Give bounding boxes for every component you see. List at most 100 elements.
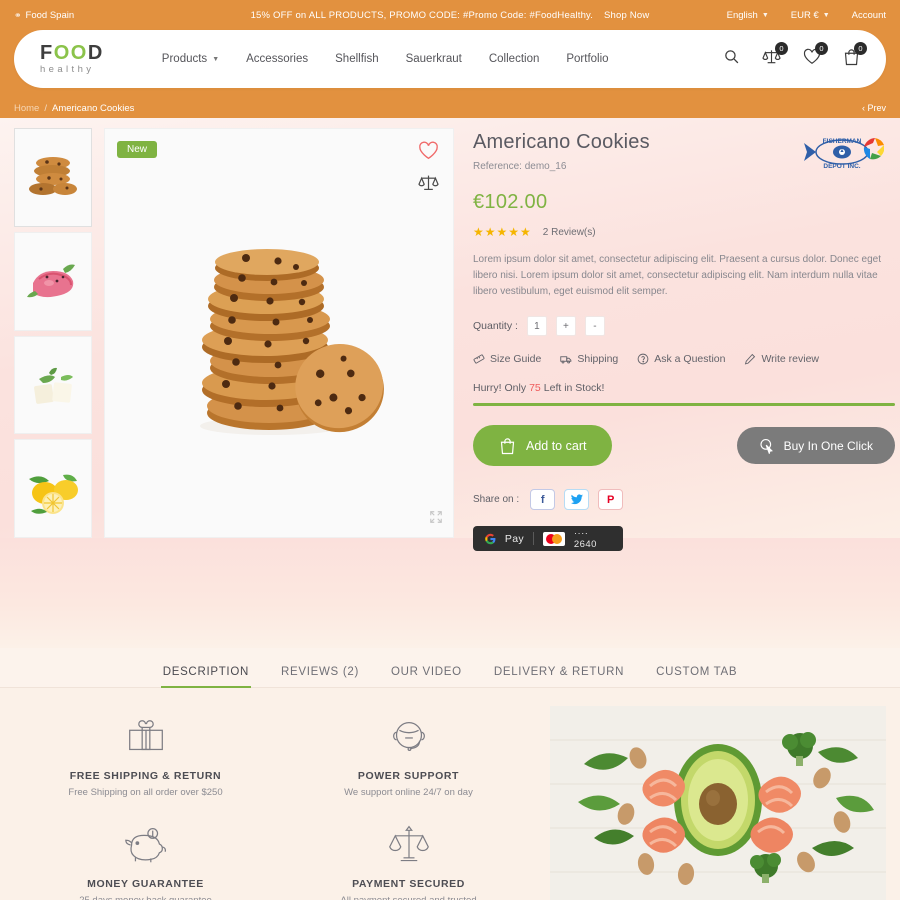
product-main: New FISHERMAN DEPOT INC. Americano Cooki… <box>0 118 900 551</box>
cheese-thumbnail[interactable] <box>14 335 92 435</box>
add-to-wishlist-icon[interactable] <box>418 141 439 160</box>
nav-item-accessories[interactable]: Accessories <box>246 53 308 65</box>
section-spacer <box>0 538 900 648</box>
gift-icon <box>22 712 269 762</box>
cart-icon[interactable]: 0 <box>843 41 867 71</box>
brand-logo[interactable]: FISHERMAN DEPOT INC. <box>800 131 884 173</box>
lemons-thumbnail[interactable] <box>14 439 92 538</box>
logo-tagline: healthy <box>40 64 95 76</box>
features-section: FREE SHIPPING & RETURN Free Shipping on … <box>0 688 900 900</box>
cart-count-badge: 0 <box>854 41 867 55</box>
headset-icon <box>285 712 532 762</box>
fisherman-depot-logo-mark: FISHERMAN DEPOT INC. <box>804 138 884 170</box>
ruler-icon <box>473 354 485 364</box>
wishlist-icon[interactable]: 0 <box>803 42 828 70</box>
promo-food-image <box>550 706 886 900</box>
expand-image-icon[interactable] <box>429 510 443 529</box>
ask-question-link[interactable]: Ask a Question <box>637 353 725 365</box>
twitter-icon <box>570 494 583 505</box>
pinterest-share-button[interactable]: P <box>598 489 624 510</box>
nav-item-sauerkraut[interactable]: Sauerkraut <box>406 53 462 65</box>
language-label: English <box>726 9 758 21</box>
nav-item-products[interactable]: Products ▼ <box>162 53 219 65</box>
svg-text:DEPOT INC.: DEPOT INC. <box>823 163 860 170</box>
cheese-icon <box>34 367 73 404</box>
tab-reviews[interactable]: REVIEWS (2) <box>279 660 361 687</box>
nav-item-collection[interactable]: Collection <box>489 53 540 65</box>
feature-title: PAYMENT SECURED <box>352 878 465 890</box>
account-link[interactable]: Account <box>852 10 886 21</box>
google-icon <box>485 533 496 544</box>
cookies-icon <box>29 157 77 196</box>
cookies-thumbnail[interactable] <box>14 128 92 227</box>
stock-progress-bar <box>473 403 895 406</box>
new-badge: New <box>117 141 158 158</box>
google-pay-badge[interactable]: Pay ···· 2640 <box>473 526 623 551</box>
breadcrumb-current: Americano Cookies <box>51 102 135 114</box>
breadcrumb: Home / Americano Cookies ‹ Prev <box>0 98 900 118</box>
feature-payment-secured: PAYMENT SECURED All payment secured and … <box>277 820 540 900</box>
card-last-digits: ···· 2640 <box>573 527 597 550</box>
thumbnail-list <box>14 128 92 538</box>
product-gallery[interactable]: New <box>104 128 454 538</box>
buy-in-one-click-button[interactable]: Buy In One Click <box>736 427 895 464</box>
review-count-link[interactable]: 2 Review(s) <box>543 227 596 238</box>
header-action-icons: 0 0 0 <box>723 41 867 71</box>
add-to-cart-button[interactable]: Add to cart <box>473 425 613 466</box>
gpay-label: Pay <box>504 532 524 545</box>
prev-product-link[interactable]: ‹ Prev <box>862 103 886 113</box>
nav-item-portfolio[interactable]: Portfolio <box>566 53 608 65</box>
product-tabs-section: DESCRIPTION REVIEWS (2) OUR VIDEO DELIVE… <box>0 648 900 688</box>
link-label: Ask a Question <box>654 353 726 365</box>
promo-text: 15% OFF on ALL PRODUCTS, PROMO CODE: #Pr… <box>250 9 594 21</box>
product-details: FISHERMAN DEPOT INC. Americano Cookies R… <box>466 128 895 551</box>
logo-wordmark: FOOD <box>40 42 104 65</box>
star-rating-icon: ★★★★★ <box>473 225 532 239</box>
product-rating: ★★★★★ 2 Review(s) <box>473 225 886 239</box>
svg-text:FISHERMAN: FISHERMAN <box>823 138 862 145</box>
breadcrumb-separator: / <box>44 102 47 114</box>
lemons-icon <box>29 474 78 514</box>
write-review-link[interactable]: Write review <box>744 353 819 365</box>
top-announcement-bar: ⚭ Food Spain 15% OFF on ALL PRODUCTS, PR… <box>0 0 900 30</box>
quantity-increase-button[interactable]: + <box>555 316 576 336</box>
size-guide-link[interactable]: Size Guide <box>473 353 541 365</box>
feature-title: MONEY GUARANTEE <box>87 878 204 890</box>
feature-subtitle: We support online 24/7 on day <box>344 787 473 798</box>
tab-custom[interactable]: CUSTOM TAB <box>654 660 739 687</box>
breadcrumb-home-link[interactable]: Home <box>14 103 39 114</box>
tab-description[interactable]: DESCRIPTION <box>160 660 252 688</box>
raw-meat-thumbnail[interactable] <box>14 231 92 331</box>
nav-label: Portfolio <box>566 53 609 65</box>
twitter-share-button[interactable] <box>564 489 590 510</box>
social-share: Share on : f P <box>473 489 886 510</box>
compare-icon[interactable]: 0 <box>762 42 788 70</box>
location-pin-icon: ⚭ <box>14 9 22 20</box>
product-short-description: Lorem ipsum dolor sit amet, consectetur … <box>473 254 881 297</box>
product-info-links: Size Guide Shipping Ask a Question Write… <box>473 353 886 365</box>
add-to-cart-label: Add to cart <box>526 438 587 453</box>
nav-item-shellfish[interactable]: Shellfish <box>335 53 378 65</box>
search-icon[interactable] <box>723 48 740 70</box>
quantity-input[interactable]: 1 <box>526 316 547 336</box>
feature-subtitle: Free Shipping on all order over $250 <box>68 787 223 798</box>
shipping-link[interactable]: Shipping <box>560 353 618 365</box>
facebook-share-button[interactable]: f <box>530 489 556 510</box>
chevron-down-icon: ▼ <box>212 55 220 63</box>
add-to-compare-icon[interactable] <box>418 173 439 192</box>
quantity-decrease-button[interactable]: - <box>584 316 605 336</box>
currency-label: EUR € <box>790 9 819 21</box>
gallery-action-buttons <box>418 141 439 192</box>
quantity-label: Quantity : <box>473 320 518 332</box>
purchase-buttons: Add to cart Buy In One Click <box>473 425 895 466</box>
tab-delivery-return[interactable]: DELIVERY & RETURN <box>492 660 626 687</box>
feature-title: FREE SHIPPING & RETURN <box>69 770 222 782</box>
language-selector[interactable]: English ▼ <box>727 10 769 21</box>
stock-count: 75 <box>529 382 541 394</box>
main-navigation: Products ▼ Accessories Shellfish Sauerkr… <box>162 53 609 65</box>
site-logo[interactable]: FOOD healthy <box>40 43 104 75</box>
promo-shop-now-link[interactable]: Shop Now <box>604 10 649 21</box>
currency-selector[interactable]: EUR € ▼ <box>791 10 830 21</box>
tab-our-video[interactable]: OUR VIDEO <box>389 660 464 687</box>
nav-label: Products <box>161 53 208 65</box>
